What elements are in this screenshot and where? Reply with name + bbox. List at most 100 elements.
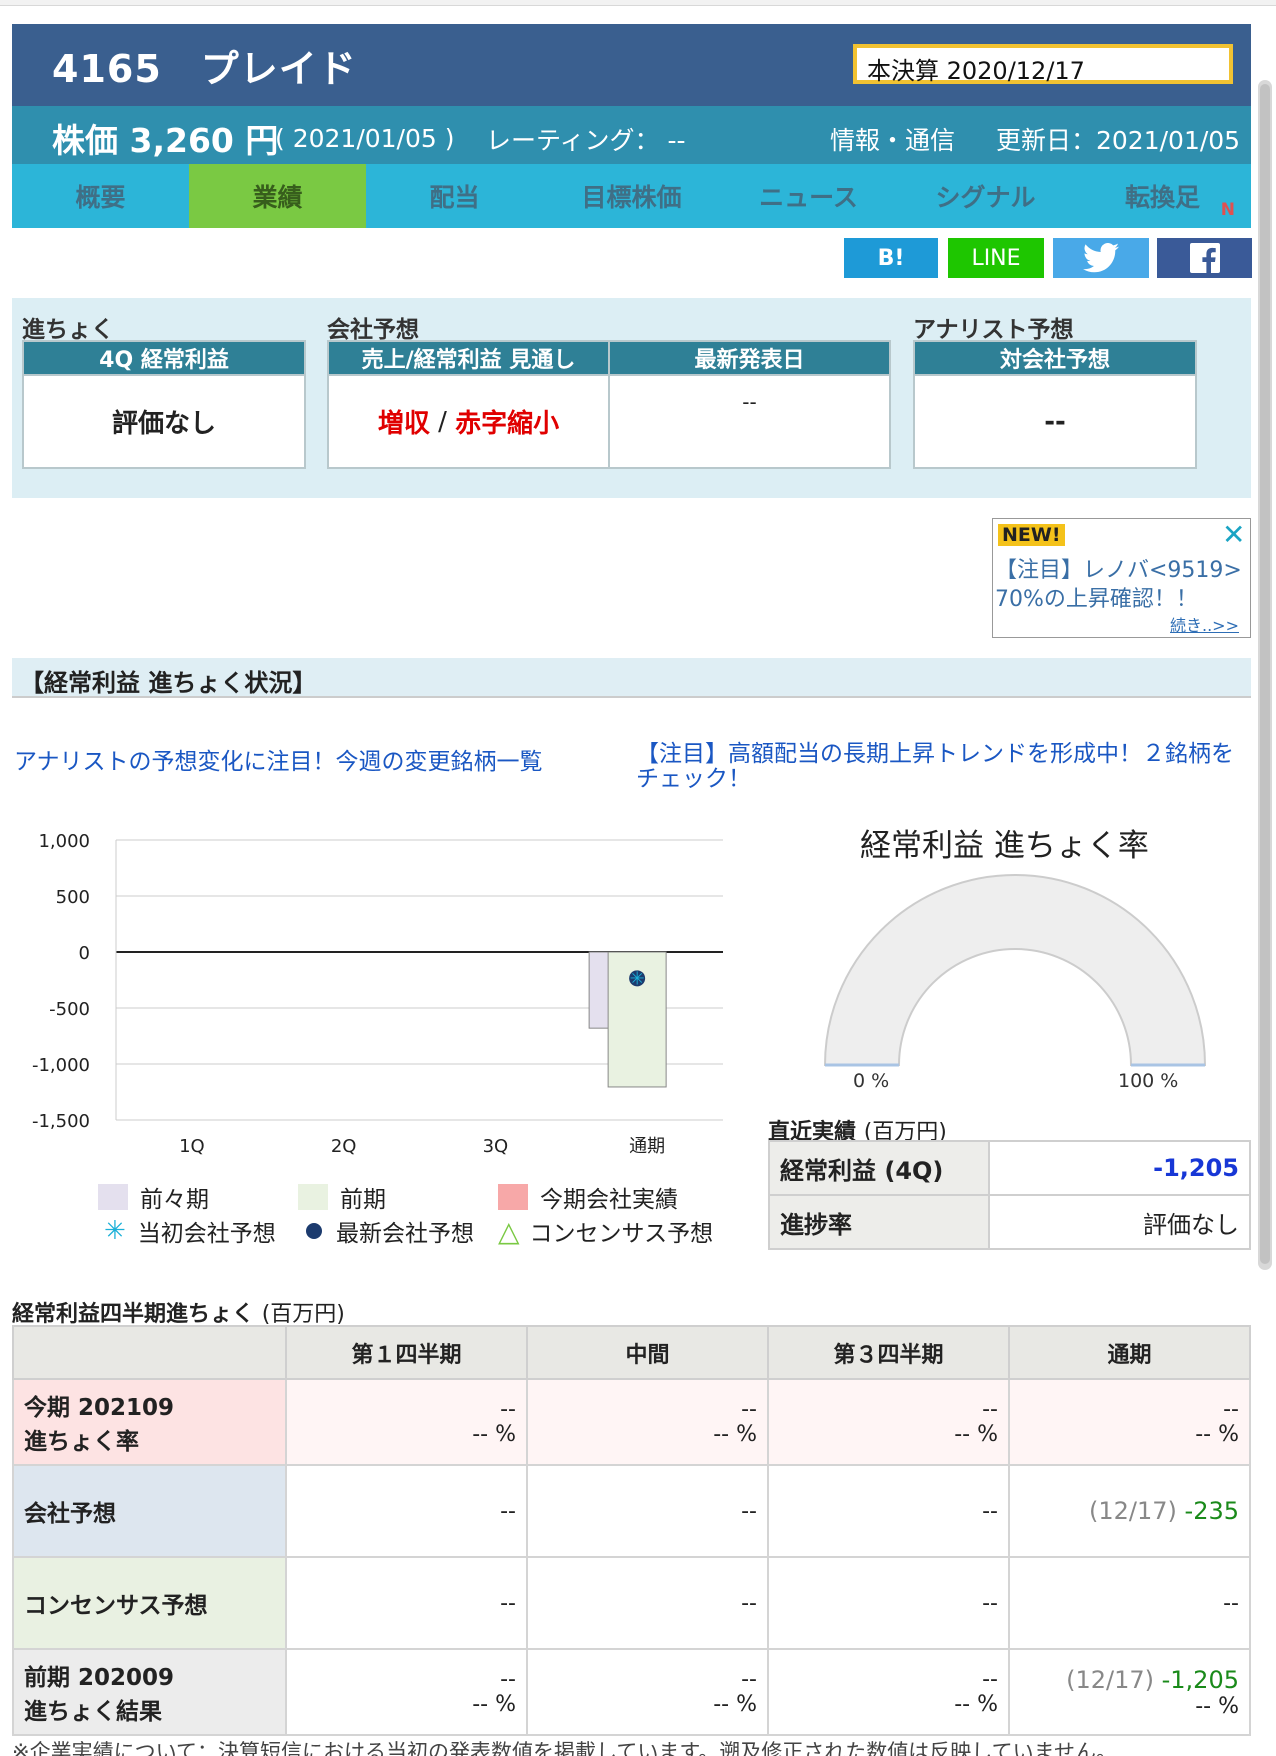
gauge-min-label: 0 % (853, 1070, 890, 1092)
table-row: 今期 202109 進ちょく率 -- -- % -- -- % -- -- % -- --… (12, 1378, 1251, 1466)
table-cell: (12/17) -235 (1008, 1464, 1251, 1558)
section-title: 【経常利益 進ちょく状況】 (12, 658, 1251, 698)
tab-performance[interactable]: 業績 (189, 164, 366, 228)
legend-item-consensus: △ コンセンサス予想 (498, 1214, 714, 1248)
quarterly-progress-table: 第１四半期 中間 第３四半期 通期 今期 202109 進ちょく率 -- -- % … (12, 1325, 1251, 1736)
table-row: 会社予想 -- -- -- (12/17) -235 (12, 1464, 1251, 1558)
quarterly-progress-title: 経常利益四半期進ちょく (百万円) (12, 1302, 345, 1327)
facebook-share-button[interactable] (1157, 238, 1252, 278)
table-cell: -- (526, 1464, 769, 1558)
table-header-row: 第１四半期 中間 第３四半期 通期 (12, 1325, 1251, 1380)
outlook-sales: 増収 (377, 409, 430, 439)
row-header-current: 今期 202109 進ちょく率 (12, 1378, 287, 1466)
tab-overview[interactable]: 概要 (12, 164, 189, 228)
sector-label[interactable]: 情報・通信 (830, 121, 955, 157)
column-header: 第３四半期 (767, 1325, 1010, 1380)
table-cell: -- (1008, 1556, 1251, 1650)
line-share-button[interactable]: LINE (948, 238, 1044, 278)
ad-text-line2[interactable]: 70%の上昇確認！！ (995, 581, 1198, 613)
gauge-max-label: 100 % (1118, 1070, 1179, 1092)
scrollbar-thumb[interactable] (1260, 84, 1270, 1264)
table-cell: -- (526, 1556, 769, 1650)
fiscal-announcement-badge: 本決算 2020/12/17 (853, 44, 1233, 85)
legend-swatch (498, 1184, 528, 1210)
company-forecast-label: 会社予想 (327, 317, 419, 343)
table-cell: -- -- % (1008, 1378, 1251, 1466)
recent-results-table: 経常利益 (4Q) -1,205 進捗率 評価なし (768, 1140, 1251, 1250)
browser-top-rule (0, 0, 1276, 6)
table-cell: -- -- % (767, 1648, 1010, 1736)
twitter-share-button[interactable] (1053, 238, 1149, 278)
table-cell: -- -- % (285, 1378, 528, 1466)
table-row: コンセンサス予想 -- -- -- -- (12, 1556, 1251, 1650)
y-tick-label: 0 (79, 943, 90, 964)
ad-close-icon[interactable]: ✕ (1222, 518, 1245, 551)
recent-value-progress: 評価なし (988, 1194, 1251, 1250)
table-row: 進捗率 評価なし (768, 1194, 1251, 1250)
y-tick-label: 500 (56, 887, 90, 908)
table-cell: -- (767, 1464, 1010, 1558)
column-header: 通期 (1008, 1325, 1251, 1380)
y-tick-label: -1,500 (32, 1111, 90, 1132)
tab-signal[interactable]: シグナル (897, 164, 1074, 228)
row-header-previous: 前期 202009 進ちょく結果 (12, 1648, 287, 1736)
ad-more-link[interactable]: 続き..>> (1170, 612, 1239, 636)
legend-swatch (298, 1184, 328, 1210)
card-outlook-value: 増収 / 赤字縮小 (327, 376, 610, 469)
table-cell: -- -- % (526, 1378, 769, 1466)
row-header-company: 会社予想 (12, 1464, 287, 1558)
x-tick-label: 通期 (629, 1136, 665, 1157)
card-outlook-head: 売上/経常利益 見通し (327, 340, 610, 376)
card-latest-date-head: 最新発表日 (608, 340, 891, 376)
ordinary-profit-chart: 1,000 500 0 -500 -1,000 -1,500 1Q 2Q 3Q 通期 ✳ (32, 831, 723, 1157)
facebook-f-icon (1189, 243, 1220, 274)
gauge-arc (823, 874, 1207, 1066)
legend-item-previous: 前期 (298, 1180, 386, 1214)
outlook-profit: 赤字縮小 (455, 409, 560, 439)
chart-legend: 前々期 前期 今期会社実績 ✳ 当初会社予想 最新会社予想 △ コンセンサス予想 (98, 1180, 738, 1250)
tab-target-price[interactable]: 目標株価 (543, 164, 720, 228)
gauge-title: 経常利益 進ちょく率 (860, 828, 1149, 864)
table-row: 前期 202009 進ちょく結果 -- -- % -- -- % -- -- % (12… (12, 1648, 1251, 1736)
table-cell: -- -- % (767, 1378, 1010, 1466)
twitter-bird-icon (1083, 243, 1119, 273)
x-tick-label: 3Q (483, 1136, 509, 1157)
table-cell: -- (767, 1556, 1010, 1650)
rating: レーティング： -- (486, 126, 686, 155)
y-tick-label: -1,000 (32, 1055, 90, 1076)
analyst-forecast-label: アナリスト予想 (913, 317, 1074, 343)
card-4q-profit-head: 4Q 経常利益 (22, 340, 306, 376)
ad-new-badge: NEW! (998, 524, 1065, 546)
dividend-trend-link[interactable]: 【注目】高額配当の長期上昇トレンドを形成中！２銘柄をチェック！ (636, 742, 1246, 792)
table-cell: (12/17) -1,205 -- % (1008, 1648, 1251, 1736)
legend-item-initial-forecast: ✳ 当初会社予想 (104, 1216, 276, 1247)
table-cell: -- (285, 1464, 528, 1558)
y-tick-label: 1,000 (38, 831, 90, 852)
row-header-consensus: コンセンサス予想 (12, 1556, 287, 1650)
progress-label: 進ちょく (22, 317, 114, 343)
card-vs-company-value: -- (913, 376, 1197, 469)
stock-title: 4165 プレイド (52, 47, 357, 91)
table-cell: -- -- % (526, 1648, 769, 1736)
tab-bar: 概要 業績 配当 目標株価 ニュース シグナル 転換足 N (12, 164, 1251, 228)
ad-text-line1[interactable]: 【注目】レノバ<9519> (995, 552, 1242, 584)
tab-dividend[interactable]: 配当 (366, 164, 543, 228)
new-marker: N (1220, 200, 1235, 220)
recent-value-profit: -1,205 (988, 1140, 1251, 1196)
legend-item-current-actual: 今期会社実績 (498, 1180, 678, 1214)
table-cell: -- (285, 1556, 528, 1650)
outlook-separator: / (429, 406, 456, 437)
x-tick-label: 1Q (179, 1136, 205, 1157)
column-header: 第１四半期 (285, 1325, 528, 1380)
footnote: ※企業実績について：決算短信における当初の発表数値を掲載しています。遡及修正され… (12, 1740, 1117, 1756)
analyst-change-link[interactable]: アナリストの予想変化に注目！今週の変更銘柄一覧 (14, 742, 543, 776)
hatena-bookmark-button[interactable]: B! (844, 238, 938, 278)
initial-forecast-marker: ✳ (630, 968, 645, 989)
tab-reversal[interactable]: 転換足 N (1074, 164, 1251, 228)
table-row: 経常利益 (4Q) -1,205 (768, 1140, 1251, 1196)
price-date: ( 2021/01/05 ) (275, 124, 455, 153)
legend-item-latest-forecast: 最新会社予想 (306, 1214, 474, 1248)
card-vs-company-head: 対会社予想 (913, 340, 1197, 376)
legend-item-two-years-ago: 前々期 (98, 1180, 209, 1214)
tab-news[interactable]: ニュース (720, 164, 897, 228)
